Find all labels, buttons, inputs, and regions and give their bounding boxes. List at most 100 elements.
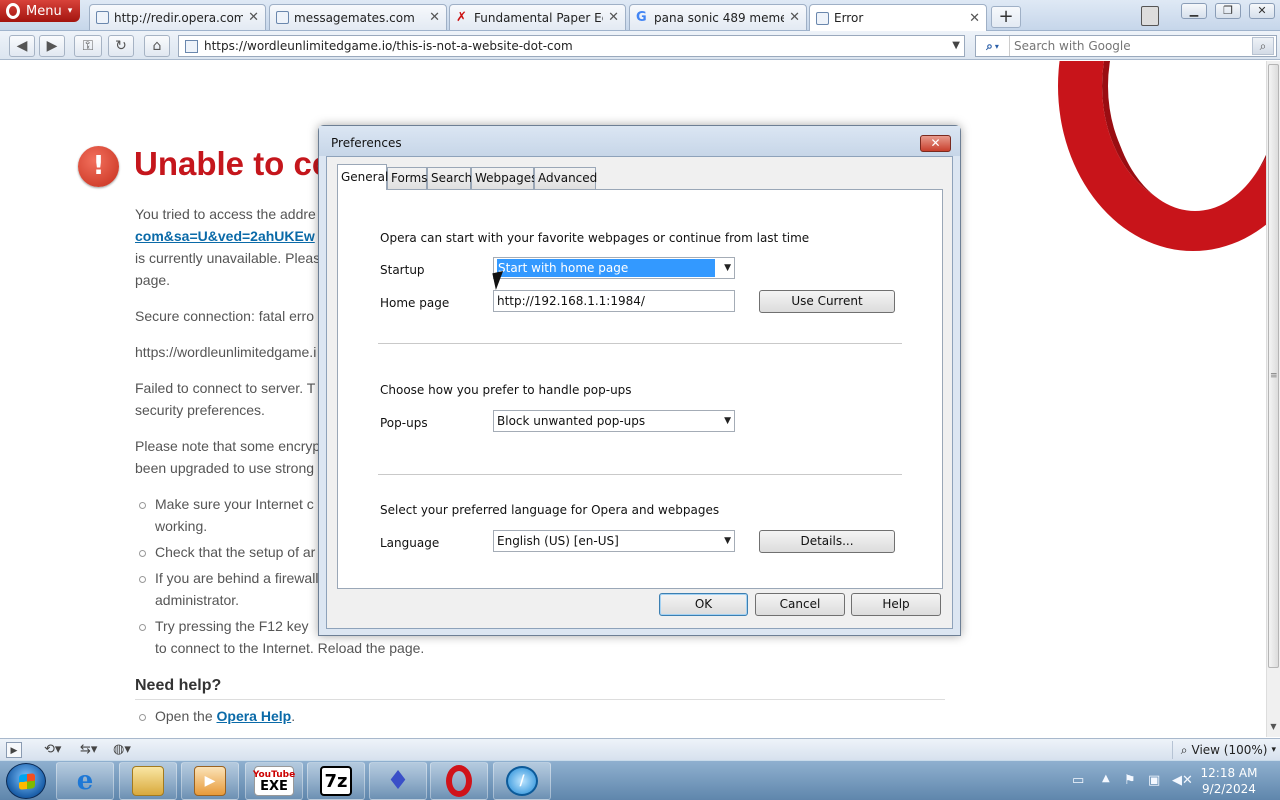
tab-messagemates[interactable]: messagemates.com ✕ [269, 4, 447, 30]
back-button[interactable]: ◀ [9, 35, 35, 57]
minimize-button[interactable]: ▁ [1181, 3, 1207, 19]
chevron-down-icon[interactable]: ▼ [952, 40, 960, 51]
scrollbar-thumb[interactable] [1268, 64, 1279, 668]
folder-icon [132, 766, 164, 796]
use-current-button[interactable]: Use Current [759, 290, 895, 313]
cancel-button[interactable]: Cancel [755, 593, 845, 616]
taskbar-explorer[interactable] [119, 762, 177, 800]
key-button[interactable]: ⚿ [74, 35, 102, 57]
taskbar-app[interactable]: ♦ [369, 762, 427, 800]
grip-icon: ≡ [1270, 371, 1278, 381]
globe-icon[interactable]: ◍▾ [113, 742, 131, 758]
tip-line: Try pressing the F12 key [155, 618, 309, 634]
clock-time: 12:18 AM [1200, 766, 1258, 780]
taskbar-ie[interactable]: e [56, 762, 114, 800]
close-icon[interactable]: ✕ [920, 135, 951, 152]
show-hidden-icons[interactable]: ▲ [1102, 773, 1110, 784]
zoom-label: View (100%) [1191, 743, 1268, 757]
popups-label: Pop-ups [380, 416, 428, 430]
flag-icon[interactable]: ⚑ [1124, 773, 1136, 788]
search-engine-icon[interactable]: ⌕ ▾ [976, 36, 1010, 56]
startup-label: Startup [380, 263, 425, 277]
opera-help-link[interactable]: Opera Help [217, 708, 292, 724]
help-line: Open the Opera Help. [155, 705, 295, 727]
search-icon[interactable]: ⌕ [1252, 37, 1274, 55]
bullet-icon [139, 714, 146, 721]
tab-general[interactable]: General [337, 164, 388, 190]
error-link[interactable]: com&sa=U&ved=2ahUKEw [135, 225, 315, 247]
taskbar-youtube-exe[interactable]: YouTube EXE [245, 762, 303, 800]
page-icon [96, 11, 109, 24]
startup-select[interactable]: Start with home page ▼ [493, 257, 735, 279]
tip-line: If you are behind a firewall [155, 570, 319, 586]
tab-error[interactable]: Error ✕ [809, 4, 987, 31]
taskbar-7zip[interactable]: 7z [307, 762, 365, 800]
zoom-control[interactable]: ⌕ View (100%) ▾ [1171, 741, 1276, 759]
help-button[interactable]: Help [851, 593, 941, 616]
tip-line: Make sure your Internet c [155, 496, 314, 512]
sync-icon[interactable]: ⟲▾ [44, 742, 61, 758]
tab-fundamental-paper[interactable]: ✗ Fundamental Paper Ed... ✕ [449, 4, 626, 30]
taskbar-media-player[interactable]: ▶ [181, 762, 239, 800]
close-icon[interactable]: ✕ [969, 11, 980, 26]
close-icon[interactable]: ✕ [248, 10, 259, 25]
taskbar-opera[interactable] [430, 762, 488, 800]
tab-label: pana sonic 489 meme ... [654, 10, 785, 25]
tip-line: administrator. [155, 592, 240, 608]
vertical-scrollbar[interactable]: ≡ ▼ [1266, 61, 1280, 737]
clock-date: 9/2/2024 [1202, 782, 1256, 796]
network-icon[interactable]: ▣ [1148, 773, 1160, 788]
scroll-down-icon[interactable]: ▼ [1267, 722, 1280, 736]
trash-icon[interactable] [1141, 6, 1159, 26]
tab-forms[interactable]: Forms [387, 167, 427, 189]
search-input[interactable] [1010, 39, 1240, 53]
secure-connection-text: Secure connection: fatal erro [135, 308, 314, 324]
error-text-line: page. [135, 272, 171, 288]
tab-label: messagemates.com [294, 10, 415, 25]
tip-line: Check that the setup of ar [155, 544, 316, 560]
bullet-icon [139, 550, 146, 557]
reload-button[interactable]: ↻ [108, 35, 134, 57]
error-text-line: You tried to access the addre [135, 206, 316, 222]
url-text: https://wordleunlimitedgame.i [135, 344, 317, 360]
home-button[interactable]: ⌂ [144, 35, 170, 57]
error-title: Unable to co [134, 145, 333, 182]
close-icon[interactable]: ✕ [789, 10, 800, 25]
menu-label: Menu [26, 3, 62, 19]
failed-text-line: security preferences. [135, 402, 265, 418]
address-bar[interactable]: https://wordleunlimitedgame.io/this-is-n… [178, 35, 965, 57]
tab-webpages[interactable]: Webpages [471, 167, 537, 189]
taskbar-app-2[interactable]: / [493, 762, 551, 800]
tab-redir-opera[interactable]: http://redir.opera.com... ✕ [89, 4, 266, 30]
language-intro: Select your preferred language for Opera… [380, 503, 720, 517]
homepage-input[interactable]: http://192.168.1.1:1984/ [493, 290, 735, 312]
volume-muted-icon[interactable]: ◀✕ [1172, 773, 1193, 788]
back-arrow-icon: ◀ [16, 38, 28, 54]
close-window-button[interactable]: ✕ [1249, 3, 1275, 19]
dialog-titlebar[interactable]: Preferences ✕ [319, 126, 960, 156]
clock[interactable]: 12:18 AM 9/2/2024 [1196, 765, 1262, 797]
keyboard-icon[interactable]: ▭ [1072, 773, 1084, 788]
forward-button[interactable]: ▶ [39, 35, 65, 57]
details-button[interactable]: Details... [759, 530, 895, 553]
tab-pana-sonic[interactable]: G pana sonic 489 meme ... ✕ [629, 4, 807, 30]
language-select[interactable]: English (US) [en-US] ▼ [493, 530, 735, 552]
start-button[interactable] [6, 763, 46, 799]
share-icon[interactable]: ⇆▾ [80, 742, 97, 758]
help-prefix: Open the [155, 708, 217, 724]
tab-advanced[interactable]: Advanced [534, 167, 597, 189]
tip-line: working. [155, 518, 208, 534]
homepage-label: Home page [380, 296, 450, 310]
close-icon[interactable]: ✕ [429, 10, 440, 25]
panel-toggle-icon[interactable]: ▶ [6, 742, 22, 758]
tab-search[interactable]: Search [427, 167, 472, 189]
new-tab-button[interactable]: + [991, 6, 1021, 28]
exe-label: EXE [260, 779, 288, 794]
close-icon[interactable]: ✕ [608, 10, 619, 25]
startup-intro: Opera can start with your favorite webpa… [380, 231, 810, 245]
restore-button[interactable]: ❐ [1215, 3, 1241, 19]
ok-button[interactable]: OK [659, 593, 748, 616]
search-box[interactable]: ⌕▾ ⌕ [975, 35, 1277, 57]
opera-menu-button[interactable]: Menu ▾ [0, 0, 80, 22]
popups-select[interactable]: Block unwanted pop-ups ▼ [493, 410, 735, 432]
